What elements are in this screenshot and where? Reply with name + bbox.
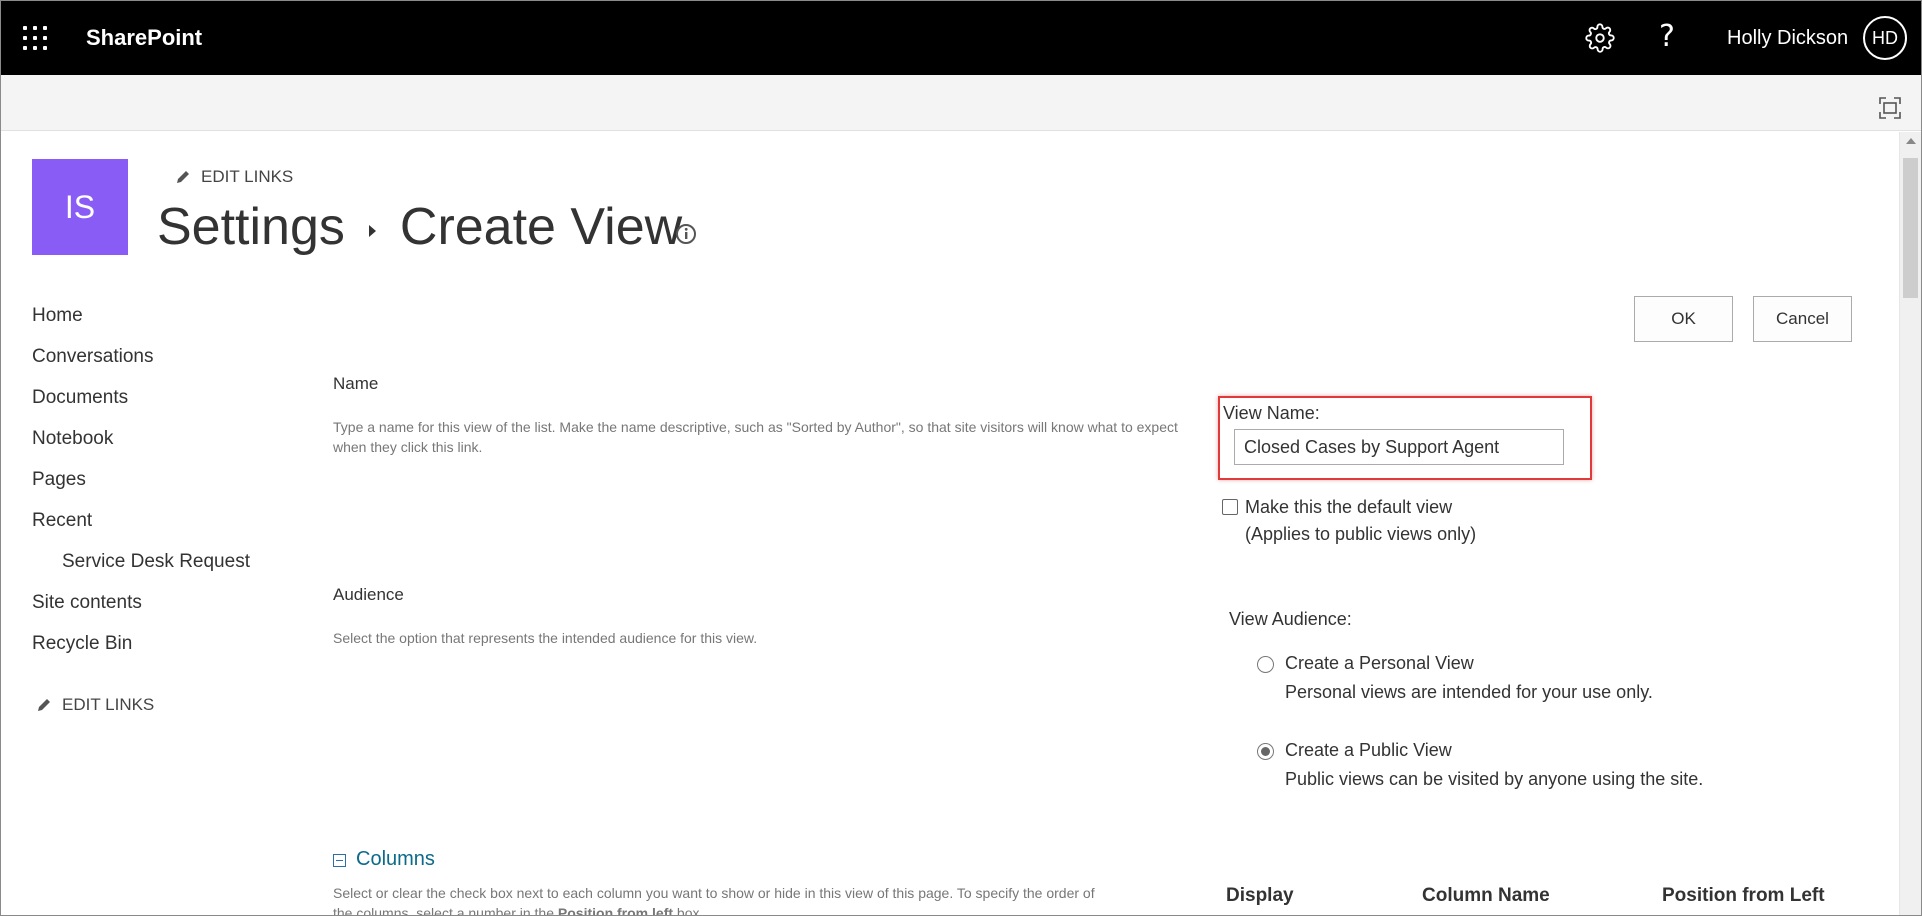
cancel-button[interactable]: Cancel xyxy=(1753,296,1852,342)
edit-links-top[interactable]: EDIT LINKS xyxy=(175,167,293,187)
columns-description-prefix: the columns, select a number in the xyxy=(333,905,558,916)
public-view-description: Public views can be visited by anyone us… xyxy=(1285,769,1704,789)
nav-item-conversations[interactable]: Conversations xyxy=(32,346,153,368)
nav-item-recycle-bin[interactable]: Recycle Bin xyxy=(32,633,132,655)
columns-section-description: Select or clear the check box next to ea… xyxy=(333,883,1213,916)
breadcrumb-parent[interactable]: Settings xyxy=(157,197,345,257)
breadcrumb-separator-icon xyxy=(368,225,376,237)
breadcrumb-current: Create View xyxy=(399,198,683,256)
columns-description-bold: Position from left xyxy=(557,905,674,916)
app-launcher-icon[interactable] xyxy=(23,26,47,50)
page-title: Settings Create View xyxy=(157,197,682,257)
gear-icon[interactable] xyxy=(1585,23,1615,53)
audience-section-description: Select the option that represents the in… xyxy=(333,630,758,646)
public-view-radio[interactable] xyxy=(1257,743,1274,760)
user-name[interactable]: Holly Dickson xyxy=(1727,27,1848,50)
scroll-thumb[interactable] xyxy=(1903,158,1918,298)
brand-name[interactable]: SharePoint xyxy=(86,25,202,51)
columns-header-position: Position from Left xyxy=(1662,885,1825,906)
columns-description-suffix: box. xyxy=(673,905,704,916)
collapse-icon[interactable] xyxy=(333,854,346,867)
suite-bar: SharePoint ? Holly Dickson HD xyxy=(1,1,1921,75)
view-name-label: View Name: xyxy=(1223,403,1320,423)
nav-item-notebook[interactable]: Notebook xyxy=(32,428,113,450)
personal-view-radio[interactable] xyxy=(1257,656,1274,673)
name-section-description: Type a name for this view of the list. M… xyxy=(333,419,1178,455)
edit-links-label: EDIT LINKS xyxy=(201,167,294,186)
public-view-label[interactable]: Create a Public View xyxy=(1285,740,1452,761)
info-icon[interactable] xyxy=(675,223,697,245)
focus-mode-icon[interactable] xyxy=(1879,97,1901,119)
default-view-checkbox[interactable] xyxy=(1222,499,1238,515)
view-audience-label: View Audience: xyxy=(1229,609,1352,629)
default-view-note: (Applies to public views only) xyxy=(1245,524,1477,544)
columns-header-display: Display xyxy=(1226,885,1294,906)
help-icon[interactable]: ? xyxy=(1659,19,1675,54)
columns-header-column-name: Column Name xyxy=(1422,885,1550,906)
nav-item-documents[interactable]: Documents xyxy=(32,387,128,409)
columns-description-line2: the columns, select a number in the Posi… xyxy=(333,903,1213,916)
scroll-up-arrow-icon[interactable] xyxy=(1906,138,1916,144)
edit-links-label: EDIT LINKS xyxy=(62,695,155,714)
personal-view-description: Personal views are intended for your use… xyxy=(1285,682,1653,702)
nav-item-pages[interactable]: Pages xyxy=(32,469,86,491)
default-view-label[interactable]: Make this the default view xyxy=(1245,497,1452,518)
nav-item-home[interactable]: Home xyxy=(32,305,83,327)
command-bar xyxy=(1,75,1921,131)
name-section-title: Name xyxy=(333,374,379,393)
audience-section-title: Audience xyxy=(333,585,404,604)
columns-description-line1: Select or clear the check box next to ea… xyxy=(333,885,1095,901)
pencil-icon xyxy=(177,171,189,183)
pencil-icon xyxy=(38,699,50,711)
vertical-scrollbar[interactable] xyxy=(1899,132,1921,915)
view-name-input[interactable] xyxy=(1234,429,1564,465)
columns-section-title[interactable]: Columns xyxy=(356,848,435,871)
browser-frame: SharePoint ? Holly Dickson HD IS EDIT LI… xyxy=(0,0,1922,916)
edit-links-nav[interactable]: EDIT LINKS xyxy=(36,695,154,715)
avatar[interactable]: HD xyxy=(1863,16,1907,60)
personal-view-label[interactable]: Create a Personal View xyxy=(1285,653,1474,674)
nav-item-site-contents[interactable]: Site contents xyxy=(32,592,142,614)
site-logo[interactable]: IS xyxy=(32,159,128,255)
ok-button[interactable]: OK xyxy=(1634,296,1733,342)
nav-item-service-desk-request[interactable]: Service Desk Request xyxy=(62,551,250,573)
nav-item-recent[interactable]: Recent xyxy=(32,510,92,532)
